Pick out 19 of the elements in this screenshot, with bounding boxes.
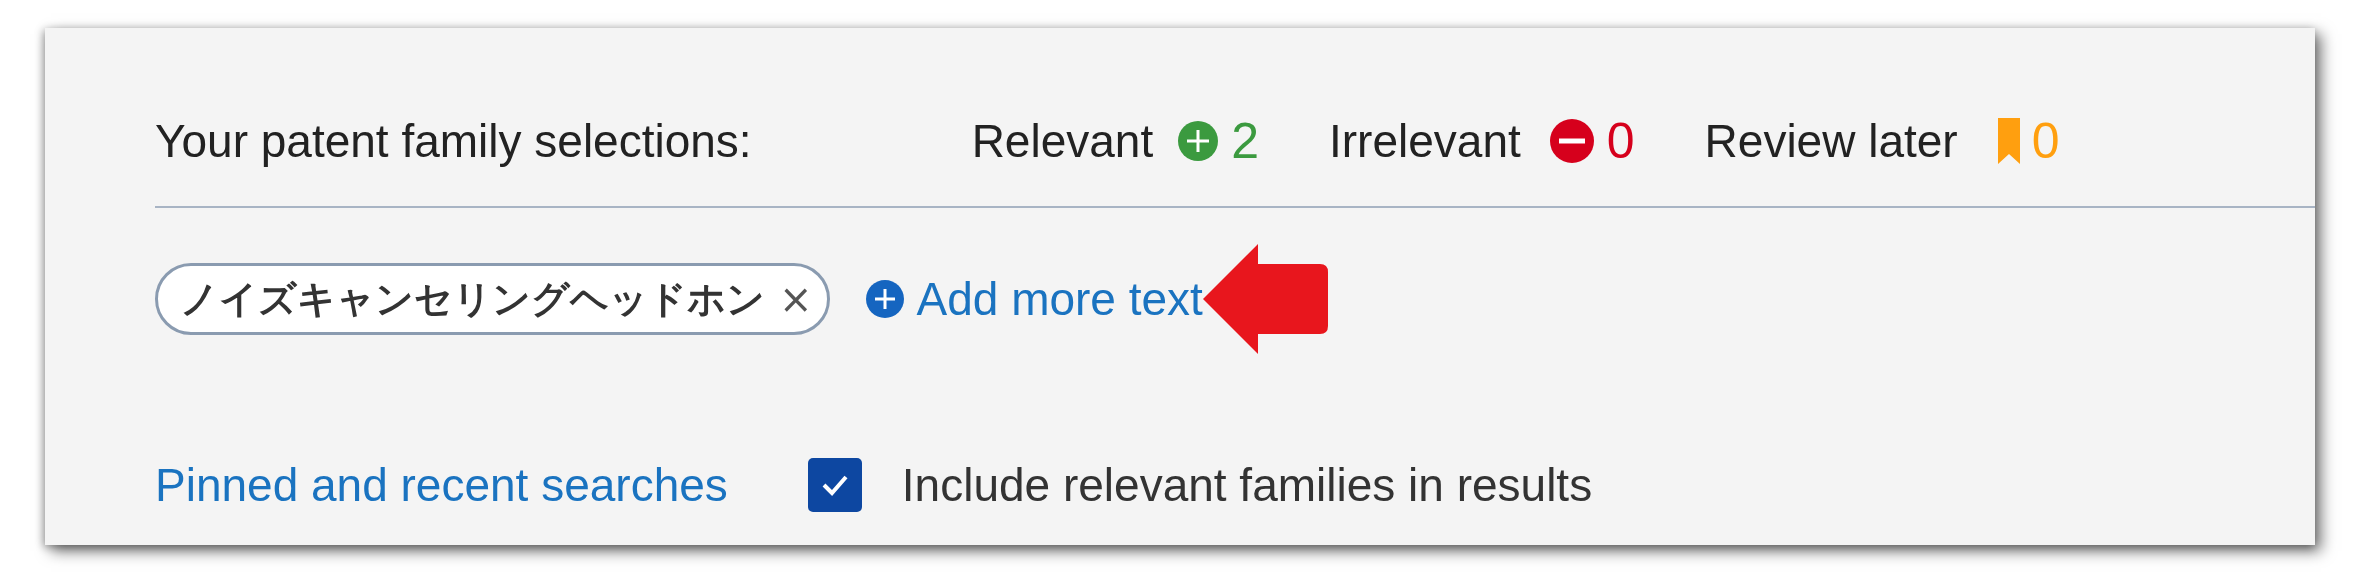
minus-icon (1548, 118, 1595, 164)
remove-button[interactable]: × (765, 276, 813, 322)
add-more-text-link[interactable]: Add more text (916, 272, 1203, 326)
selections-label: Your patent family selections: (155, 114, 752, 168)
arrow-icon (1202, 244, 1328, 354)
count-label: Review later (1704, 114, 1958, 168)
bookmark-icon (1997, 118, 2020, 164)
search-term-chip[interactable]: ノイズキャンセリングヘッドホン × (155, 263, 830, 335)
count-value: 2 (1231, 112, 1259, 170)
pinned-searches-link[interactable]: Pinned and recent searches (155, 458, 728, 512)
plus-icon (1177, 120, 1220, 162)
add-icon[interactable] (864, 279, 905, 319)
count-label: Relevant (971, 114, 1154, 168)
include-checkbox[interactable] (807, 458, 862, 512)
count-value: 0 (1606, 112, 1635, 170)
checkbox-label: Include relevant families in results (901, 458, 1593, 512)
count-value: 0 (2031, 112, 2060, 170)
search-term: ノイズキャンセリングヘッドホン (180, 275, 765, 323)
count-label: Irrelevant (1329, 114, 1521, 168)
